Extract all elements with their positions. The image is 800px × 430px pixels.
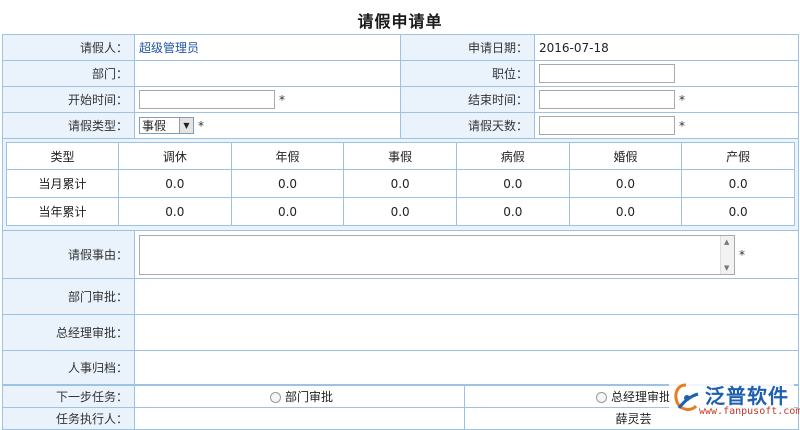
leave-stats-section: 类型 调休 年假 事假 病假 婚假 产假 当月累计 0.0 0.0 0.0 0.… [2, 138, 799, 231]
stats-header-cell: 年假 [230, 142, 345, 170]
stats-cell: 0.0 [230, 197, 345, 226]
stats-row-label: 当月累计 [6, 169, 119, 198]
executor-empty-cell [134, 407, 465, 430]
scrollbar[interactable]: ▲ ▼ [720, 235, 734, 274]
chevron-down-icon[interactable]: ▼ [179, 118, 193, 133]
stats-row-month: 当月累计 0.0 0.0 0.0 0.0 0.0 0.0 [6, 169, 795, 198]
page-title: 请假申请单 [357, 12, 443, 31]
applicant-value[interactable]: 超级管理员 [134, 34, 401, 61]
required-mark: * [679, 92, 685, 107]
stats-header-cell: 事假 [343, 142, 457, 170]
gm-approval-value [134, 314, 799, 351]
stats-cell: 0.0 [455, 169, 570, 198]
leave-stats-table: 类型 调休 年假 事假 病假 婚假 产假 当月累计 0.0 0.0 0.0 0.… [6, 142, 795, 226]
apply-date-value: 2016-07-18 [534, 34, 799, 61]
executor-label: 任务执行人： [2, 407, 135, 430]
required-mark: * [279, 92, 285, 107]
required-mark: * [198, 118, 204, 133]
start-time-input[interactable] [139, 90, 275, 109]
stats-cell: 0.0 [455, 197, 570, 226]
stats-cell: 0.0 [681, 197, 795, 226]
stats-row-label: 当年累计 [6, 197, 119, 226]
position-label: 职位： [400, 60, 535, 87]
leave-days-label: 请假天数： [400, 112, 535, 139]
gm-approval-label: 总经理审批： [2, 314, 135, 351]
option-gm-label: 总经理审批 [610, 390, 671, 404]
leave-type-label: 请假类型： [2, 112, 135, 139]
applicant-label: 请假人： [2, 34, 135, 61]
start-time-label: 开始时间： [2, 86, 135, 113]
scroll-down-icon[interactable]: ▼ [724, 264, 729, 272]
stats-cell: 0.0 [230, 169, 345, 198]
radio-button[interactable] [595, 392, 607, 403]
fanpu-logo: 泛普软件 www.fanpusoft.com [669, 378, 800, 424]
stats-cell: 0.0 [343, 197, 457, 226]
stats-cell: 0.0 [343, 169, 457, 198]
stats-cell: 0.0 [118, 169, 232, 198]
stats-cell: 0.0 [118, 197, 232, 226]
fanpu-logo-icon [674, 383, 699, 411]
position-input[interactable] [539, 64, 675, 83]
stats-header-cell: 调休 [118, 142, 232, 170]
dept-approval-label: 部门审批： [2, 278, 135, 315]
stats-header-cell: 类型 [6, 142, 119, 170]
stats-header-cell: 产假 [681, 142, 795, 170]
hr-archive-label: 人事归档： [2, 350, 135, 385]
stats-cell: 0.0 [681, 169, 795, 198]
leave-form-table: 请假人： 超级管理员 申请日期： 2016-07-18 部门： 职位： 开始时间… [2, 34, 799, 385]
stats-row-year: 当年累计 0.0 0.0 0.0 0.0 0.0 0.0 [6, 197, 795, 226]
required-mark: * [679, 118, 685, 133]
dept-approval-value [134, 278, 799, 315]
reason-textarea[interactable]: ▲ ▼ [139, 234, 735, 275]
stats-cell: 0.0 [568, 197, 683, 226]
department-value [134, 60, 401, 87]
option-dept-label: 部门审批 [284, 390, 333, 404]
scroll-up-icon[interactable]: ▲ [724, 238, 729, 246]
stats-header-cell: 病假 [455, 142, 570, 170]
logo-name: 泛普软件 [705, 384, 789, 408]
stats-cell: 0.0 [568, 169, 683, 198]
radio-button[interactable] [269, 392, 281, 403]
required-mark: * [739, 247, 745, 262]
reason-label: 请假事由： [2, 230, 135, 279]
next-task-option-dept[interactable]: 部门审批 [134, 385, 465, 408]
leave-type-select[interactable]: 事假 ▼ [139, 117, 194, 134]
logo-url: www.fanpusoft.com [699, 406, 800, 417]
next-task-label: 下一步任务： [2, 385, 135, 408]
department-label: 部门： [2, 60, 135, 87]
apply-date-label: 申请日期： [400, 34, 535, 61]
stats-header-cell: 婚假 [568, 142, 683, 170]
end-time-input[interactable] [539, 90, 675, 109]
end-time-label: 结束时间： [400, 86, 535, 113]
stats-header-row: 类型 调休 年假 事假 病假 婚假 产假 [6, 142, 795, 170]
leave-days-input[interactable] [539, 116, 675, 135]
leave-type-selected: 事假 [142, 119, 167, 133]
